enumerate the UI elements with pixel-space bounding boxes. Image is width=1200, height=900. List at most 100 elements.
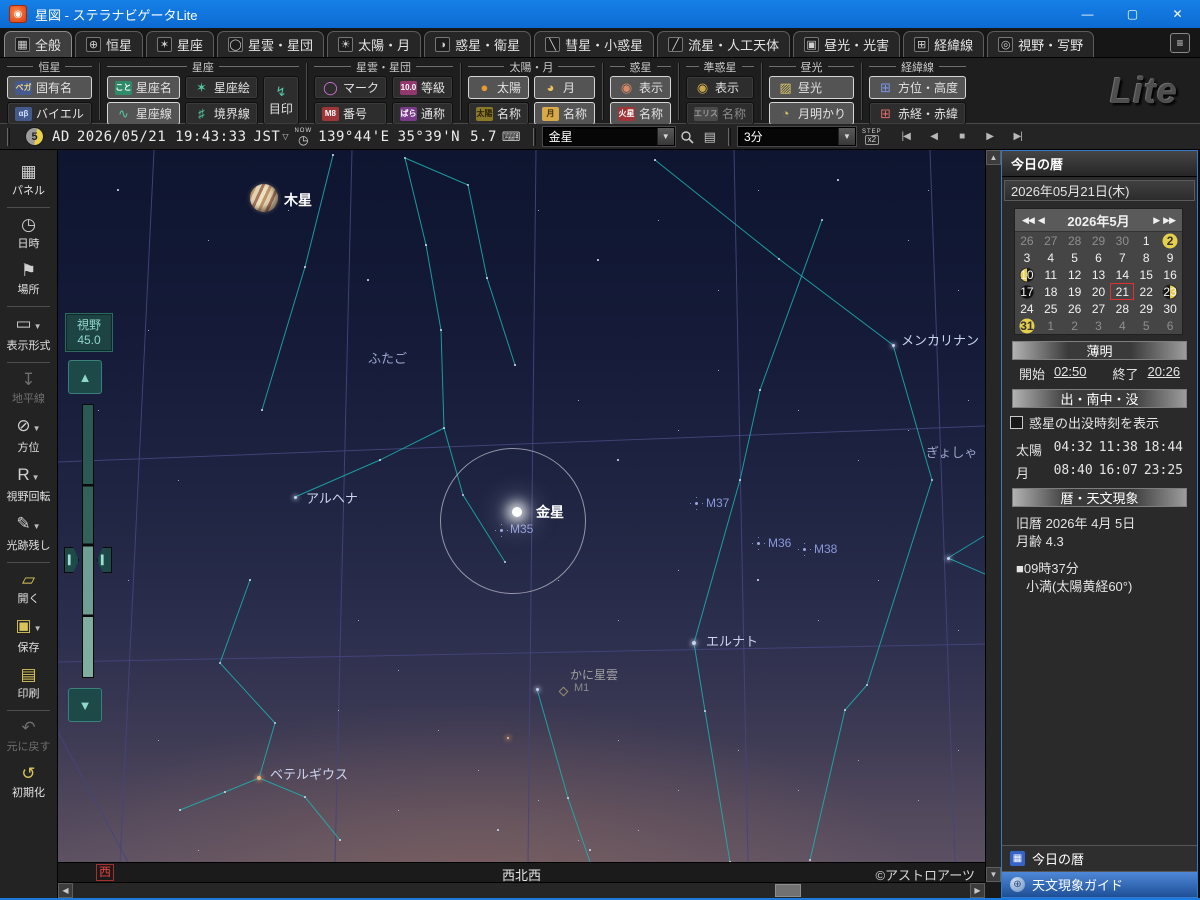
keyboard-icon[interactable]: ⌨ (502, 129, 521, 145)
calendar-day[interactable]: 5 (1134, 317, 1158, 334)
constellation-line-button[interactable]: ∿ 星座線 (106, 102, 180, 125)
calendar-day[interactable]: 27 (1039, 232, 1063, 249)
datetime-value[interactable]: 2026/05/21 19:43:33 (77, 129, 247, 145)
calendar-day[interactable]: 7 (1110, 249, 1134, 266)
time-step-combobox[interactable]: 3分 ▼ (737, 127, 856, 146)
zoom-out-button[interactable]: ▼ (68, 688, 102, 722)
jump-start-button[interactable]: |◀ (896, 127, 916, 147)
dwarf-show-button[interactable]: ◉ 表示 (686, 76, 755, 99)
calendar-day[interactable]: 30 (1110, 232, 1134, 249)
proper-name-button[interactable]: ペガ 固有名 (7, 76, 92, 99)
azimuth-altitude-button[interactable]: ⊞ 方位・高度 (869, 76, 967, 99)
tab-general[interactable]: ▦ 全般 (4, 31, 73, 57)
calendar-day[interactable]: 6 (1158, 317, 1182, 334)
object-list-icon[interactable]: ▤ (704, 129, 716, 145)
dso-common-name-button[interactable]: ばら 通称 (391, 102, 453, 125)
sun-name-button[interactable]: 太陽 名称 (467, 102, 529, 125)
calendar-day[interactable]: 29 (1134, 300, 1158, 317)
calendar-day[interactable]: 10 (1015, 266, 1039, 283)
minimize-button[interactable]: — (1065, 0, 1110, 28)
calendar-day[interactable]: 18 (1039, 283, 1063, 300)
tab-nebulae-clusters[interactable]: ◯ 星雲・星団 (217, 31, 325, 57)
landmark-button[interactable]: ↯ 目印 (262, 76, 299, 125)
planet-show-button[interactable]: ◉ 表示 (610, 76, 672, 99)
sidebar-item-print[interactable]: ▤ 印刷 (0, 661, 57, 707)
search-icon[interactable] (680, 130, 694, 144)
next-month-button[interactable]: ▶ (1153, 215, 1160, 226)
limiting-magnitude-value[interactable]: 5.7 (470, 129, 497, 145)
calendar-day[interactable]: 4 (1039, 249, 1063, 266)
maximize-button[interactable]: ▢ (1110, 0, 1155, 28)
calendar-day[interactable]: 17 (1015, 283, 1039, 300)
planet-name-button[interactable]: 火星 名称 (610, 102, 672, 125)
calendar-day[interactable]: 11 (1039, 266, 1063, 283)
calendar-day[interactable]: 5 (1063, 249, 1087, 266)
dropdown-icon[interactable]: ▼ (34, 624, 42, 633)
panel-tab-astro-guide[interactable]: ⊕ 天文現象ガイド (1002, 871, 1197, 897)
dso-mark-button[interactable]: ◯ マーク (313, 76, 387, 99)
calendar-day[interactable]: 12 (1063, 266, 1087, 283)
calendar-day[interactable]: 24 (1015, 300, 1039, 317)
sidebar-item-light-trail[interactable]: ✎ ▼ 光跡残し (0, 510, 57, 559)
dropdown-icon[interactable]: ▼ (34, 322, 42, 331)
scroll-left-arrow[interactable]: ◀ (58, 883, 73, 898)
tab-planets-satellites[interactable]: ◑ 惑星・衛星 (424, 31, 532, 57)
ra-dec-button[interactable]: ⊞ 赤経・赤緯 (869, 102, 967, 125)
dso-magnitude-button[interactable]: 10.0 等級 (391, 76, 453, 99)
calendar-day[interactable]: 19 (1063, 283, 1087, 300)
calendar-day[interactable]: 13 (1087, 266, 1111, 283)
constellation-name-button[interactable]: こと 星座名 (106, 76, 180, 99)
sidebar-item-fov-rotation[interactable]: R ▼ 視野回転 (0, 461, 57, 510)
moonlight-button[interactable]: ◔ 月明かり (769, 102, 855, 125)
sidebar-item-display-format[interactable]: ▭ ▼ 表示形式 (0, 310, 57, 359)
close-button[interactable]: ✕ (1155, 0, 1200, 28)
target-dropdown-icon[interactable]: ▼ (656, 128, 674, 145)
sidebar-item-datetime[interactable]: ◷ 日時 (0, 211, 57, 257)
dropdown-icon[interactable]: ▼ (32, 473, 40, 482)
tab-meteors-artificial[interactable]: ╱ 流星・人工天体 (657, 31, 791, 57)
planet-riseset-checkbox[interactable] (1010, 416, 1023, 429)
bayer-button[interactable]: αβ バイエル (7, 102, 92, 125)
calendar-day[interactable]: 2 (1158, 232, 1182, 249)
constellation-art-button[interactable]: ✶ 星座絵 (184, 76, 258, 99)
calendar-day[interactable]: 9 (1158, 249, 1182, 266)
sidebar-item-direction[interactable]: ⊘ ▼ 方位 (0, 412, 57, 461)
calendar-day[interactable]: 1 (1039, 317, 1063, 334)
target-combobox[interactable]: 金星 ▼ (542, 127, 675, 146)
calendar-day[interactable]: 6 (1087, 249, 1111, 266)
jump-end-button[interactable]: ▶| (1008, 127, 1028, 147)
calendar-day[interactable]: 26 (1015, 232, 1039, 249)
calendar-day-selected[interactable]: 21 (1110, 283, 1134, 300)
tab-menu-icon[interactable]: ≡ (1170, 33, 1190, 53)
calendar-day[interactable]: 23 (1158, 283, 1182, 300)
longitude-value[interactable]: 139°44'E (318, 129, 389, 145)
venus-glow[interactable] (512, 507, 522, 517)
calendar-day[interactable]: 28 (1110, 300, 1134, 317)
fov-slider-track[interactable] (82, 404, 94, 678)
twilight-start-value[interactable]: 02:50 (1054, 364, 1087, 383)
tab-constellations[interactable]: ✶ 星座 (146, 31, 215, 57)
scroll-right-arrow[interactable]: ▶ (970, 883, 985, 898)
sky-view[interactable]: 木星 金星 M35 M37 M36 M38 ふたご ぎょしゃ アルヘナ メンカリナン エルナト ベテル… (58, 150, 985, 862)
dropdown-icon[interactable]: ▼ (33, 424, 41, 433)
prev-month-button[interactable]: ◀ (1038, 215, 1045, 226)
tab-daylight[interactable]: ▣ 昼光・光害 (793, 31, 901, 57)
dropdown-icon[interactable]: ▼ (33, 522, 41, 531)
time-step-dropdown-icon[interactable]: ▼ (837, 128, 855, 145)
calendar-day[interactable]: 3 (1087, 317, 1111, 334)
calendar-day[interactable]: 16 (1158, 266, 1182, 283)
moon-age-icon[interactable]: 5 (25, 127, 44, 146)
calendar-day[interactable]: 20 (1087, 283, 1111, 300)
sidebar-item-reset[interactable]: ↺ 初期化 (0, 760, 57, 806)
prev-year-button[interactable]: ◀◀ (1022, 215, 1035, 226)
calendar-day[interactable]: 22 (1134, 283, 1158, 300)
calendar-day[interactable]: 3 (1015, 249, 1039, 266)
calendar-day[interactable]: 28 (1063, 232, 1087, 249)
tab-comets-asteroids[interactable]: ╲ 彗星・小惑星 (534, 31, 655, 57)
scroll-up-arrow[interactable]: ▲ (986, 150, 1001, 165)
tab-grid-lines[interactable]: ⊞ 経緯線 (903, 31, 985, 57)
calendar-day[interactable]: 31 (1015, 317, 1039, 334)
calendar-day[interactable]: 14 (1110, 266, 1134, 283)
dwarf-name-button[interactable]: エリス 名称 (686, 102, 755, 125)
scroll-down-arrow[interactable]: ▼ (986, 867, 1001, 882)
